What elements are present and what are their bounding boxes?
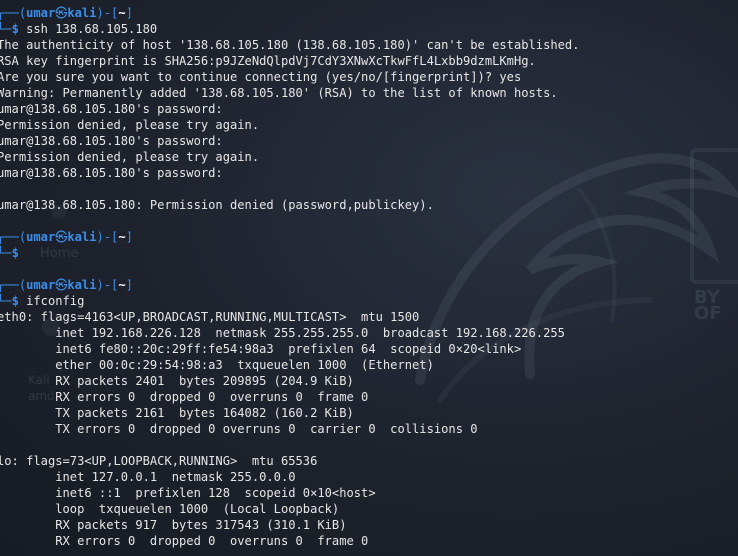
prompt-dir: ~ — [118, 6, 126, 20]
prompt-host: kali — [67, 230, 97, 244]
output-line: umar@138.68.105.180's password: — [0, 134, 230, 148]
prompt-top-line: ┌──(umar㉿kali)-[~] — [0, 278, 133, 292]
output-line: ether 00:0c:29:54:98:a3 txqueuelen 1000 … — [0, 358, 434, 372]
prompt-user: umar — [26, 230, 56, 244]
terminal-output[interactable]: ┌──(umar㉿kali)-[~] └─$ ssh 138.68.105.18… — [0, 5, 738, 549]
output-line: Warning: Permanently added '138.68.105.1… — [0, 86, 558, 100]
output-line: RX errors 0 dropped 0 overruns 0 frame 0 — [0, 390, 369, 404]
output-line: Permission denied, please try again. — [0, 118, 260, 132]
output-line: The authenticity of host '138.68.105.180… — [0, 38, 580, 52]
command-text: ifconfig — [26, 294, 85, 308]
output-line: RX errors 0 dropped 0 overruns 0 frame 0 — [0, 534, 369, 548]
prompt-top-line: ┌──(umar㉿kali)-[~] — [0, 6, 133, 20]
output-line: umar@138.68.105.180: Permission denied (… — [0, 198, 434, 212]
prompt-user: umar — [26, 278, 56, 292]
output-line: eth0: flags=4163<UP,BROADCAST,RUNNING,MU… — [0, 310, 420, 324]
prompt-user: umar — [26, 6, 56, 20]
output-line: inet6 fe80::20c:29ff:fe54:98a3 prefixlen… — [0, 342, 522, 356]
output-line: Are you sure you want to continue connec… — [0, 70, 522, 84]
command-text: ssh 138.68.105.180 — [26, 22, 158, 36]
output-line: inet 127.0.0.1 netmask 255.0.0.0 — [0, 470, 296, 484]
output-line: umar@138.68.105.180's password: — [0, 102, 230, 116]
output-line: lo: flags=73<UP,LOOPBACK,RUNNING> mtu 65… — [0, 454, 318, 468]
kali-skull-icon: ㉿ — [55, 278, 68, 292]
output-line: RX packets 917 bytes 317543 (310.1 KiB) — [0, 518, 347, 532]
prompt-dir: ~ — [118, 278, 126, 292]
output-line: inet 192.168.226.128 netmask 255.255.255… — [0, 326, 565, 340]
output-line: inet6 ::1 prefixlen 128 scopeid 0×10<hos… — [0, 486, 376, 500]
output-line: Permission denied, please try again. — [0, 150, 260, 164]
terminal-window[interactable]: BY OF Home Kali amd ┌──(umar㉿kali)-[~] └… — [0, 0, 738, 556]
kali-skull-icon: ㉿ — [55, 230, 68, 244]
output-line: loop txqueuelen 1000 (Local Loopback) — [0, 502, 340, 516]
prompt-dir: ~ — [118, 230, 126, 244]
prompt-command-line: └─$ ifconfig — [0, 294, 85, 308]
prompt-top-line: ┌──(umar㉿kali)-[~] — [0, 230, 133, 244]
prompt-host: kali — [67, 278, 97, 292]
prompt-command-line: └─$ — [0, 246, 27, 260]
output-line: RX packets 2401 bytes 209895 (204.9 KiB) — [0, 374, 354, 388]
output-line: umar@138.68.105.180's password: — [0, 166, 230, 180]
prompt-host: kali — [67, 6, 97, 20]
output-line: TX errors 0 dropped 0 overruns 0 carrier… — [0, 422, 478, 436]
prompt-command-line: └─$ ssh 138.68.105.180 — [0, 22, 158, 36]
kali-skull-icon: ㉿ — [55, 6, 68, 20]
output-line: TX packets 2161 bytes 164082 (160.2 KiB) — [0, 406, 354, 420]
output-line: RSA key fingerprint is SHA256:p9JZeNdQlp… — [0, 54, 536, 68]
